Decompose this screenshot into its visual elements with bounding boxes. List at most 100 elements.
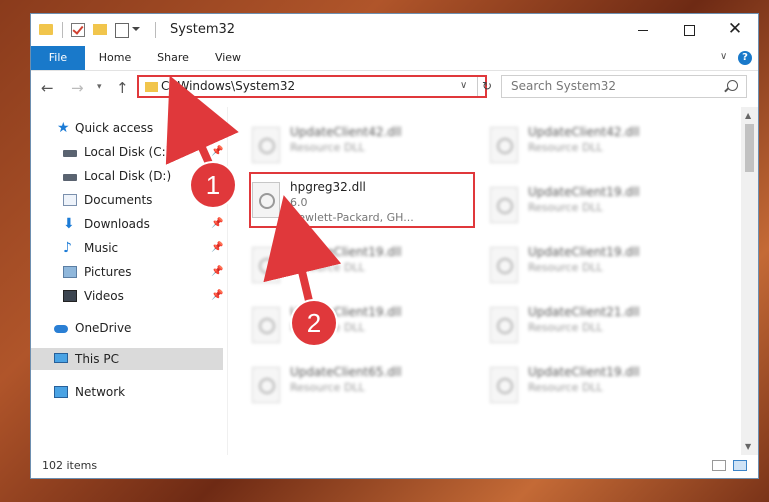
nav-item-local-disk-c[interactable]: Local Disk (C:) 📌 [31,141,223,163]
documents-icon [63,194,77,206]
pin-icon[interactable]: 📌 [211,285,223,307]
file-explorer-window: System32 ✕ File Home Share View ∨ ? ← → … [31,14,758,478]
file-item[interactable]: UpdateClient42.dll Resource DLL [240,121,465,177]
file-description: Resource DLL [290,141,365,154]
toolbar-separator [62,22,63,38]
help-icon[interactable]: ? [738,51,752,65]
dll-file-icon [490,307,518,343]
forward-arrow-icon[interactable]: → [71,79,84,97]
dll-file-icon [490,367,518,403]
close-button[interactable]: ✕ [712,14,758,46]
up-arrow-icon[interactable]: ↑ [116,79,129,97]
window-title: System32 [170,22,236,37]
details-view-icon[interactable] [712,460,726,471]
network-icon [54,386,68,398]
step-1-badge: 1 [191,163,235,207]
refresh-icon[interactable]: ↻ [477,77,492,96]
file-description: Resource DLL [528,381,603,394]
properties-check-icon[interactable] [71,23,85,37]
address-dropdown-icon[interactable]: ∨ [460,80,467,91]
file-version: 6.0 [290,196,308,209]
address-row: ← → ▾ ↑ C:\Windows\System32 ∨ ↻ Search S… [31,71,758,105]
nav-item-label: Music [84,241,119,255]
nav-item-videos[interactable]: Videos 📌 [31,285,223,307]
nav-item-downloads[interactable]: ⬇ Downloads 📌 [31,213,223,235]
file-description: Resource DLL [528,321,603,334]
tab-share[interactable]: Share [151,46,195,70]
file-description: Resource DLL [290,381,365,394]
customize-quick-access-dropdown-icon[interactable] [132,27,140,31]
recent-locations-chevron-icon[interactable]: ▾ [97,82,102,92]
tab-view[interactable]: View [206,46,250,70]
file-description: Resource DLL [290,261,365,274]
ribbon-tabs: File Home Share View ∨ ? [31,46,758,71]
pin-icon[interactable]: 📌 [211,141,223,163]
nav-item-quick-access[interactable]: ★ Quick access [31,117,223,139]
nav-item-label: Documents [84,193,153,207]
dll-file-icon [490,247,518,283]
dll-file-icon [252,182,280,218]
nav-item-label: Quick access [75,121,154,135]
tiles-view-icon[interactable] [733,460,747,471]
file-name: UpdateClient65.dll [290,365,402,379]
file-list: UpdateClient42.dll Resource DLL UpdateCl… [228,107,741,455]
videos-icon [63,290,77,302]
nav-item-network[interactable]: Network [31,381,223,403]
scroll-up-icon[interactable]: ▲ [745,111,751,120]
expand-ribbon-icon[interactable]: ∨ [720,51,727,62]
nav-item-label: Downloads [84,217,150,231]
back-arrow-icon[interactable]: ← [41,79,54,97]
file-item[interactable]: UpdateClient21.dll Resource DLL [478,301,703,357]
search-icon[interactable] [727,80,738,91]
file-item-hpgreg32[interactable]: hpgreg32.dll 6.0 Hewlett-Packard, GH... [240,176,465,232]
step-2-badge: 2 [292,301,336,345]
new-folder-icon[interactable] [93,24,107,35]
file-item[interactable]: UpdateClient19.dll Resource DLL [478,181,703,237]
download-icon: ⬇ [63,216,75,232]
scroll-thumb[interactable] [745,124,754,172]
nav-item-pictures[interactable]: Pictures 📌 [31,261,223,283]
drive-icon [63,174,77,181]
nav-item-label: Videos [84,289,124,303]
maximize-button[interactable] [666,14,712,46]
address-path[interactable]: C:\Windows\System32 [161,79,295,93]
properties-icon[interactable] [115,23,129,38]
pin-icon[interactable]: 📌 [211,213,223,235]
nav-item-label: This PC [75,352,119,366]
nav-item-this-pc[interactable]: This PC [31,348,223,370]
minimize-button[interactable] [620,14,666,46]
file-description: Resource DLL [528,201,603,214]
nav-item-onedrive[interactable]: OneDrive [31,317,223,339]
address-bar[interactable]: C:\Windows\System32 ∨ ↻ [137,75,492,98]
tab-home[interactable]: Home [93,46,137,70]
scroll-down-icon[interactable]: ▼ [745,442,751,451]
nav-item-label: Pictures [84,265,132,279]
file-item[interactable]: UpdateClient65.dll Resource DLL [240,361,465,417]
file-item[interactable]: UpdateClient42.dll Resource DLL [478,121,703,177]
item-count: 102 items [42,459,98,472]
pin-icon[interactable]: 📌 [211,237,223,259]
status-bar: 102 items [31,455,758,478]
file-name: UpdateClient19.dll [290,245,402,259]
file-item[interactable]: UpdateClient19.dll Resource DLL [240,241,465,297]
file-item[interactable]: UpdateClient19.dll Resource DLL [478,361,703,417]
file-description: Resource DLL [528,141,603,154]
tab-file[interactable]: File [31,46,85,70]
star-icon: ★ [57,120,70,136]
pin-icon[interactable]: 📌 [211,261,223,283]
vertical-scrollbar[interactable]: ▲ ▼ [741,107,758,455]
file-name: UpdateClient19.dll [528,365,640,379]
drive-icon [63,150,77,157]
file-name: UpdateClient19.dll [528,185,640,199]
file-item[interactable]: UpdateClient19.dll Resource DLL [240,301,465,357]
search-input[interactable]: Search System32 [501,75,747,98]
navigation-pane: ★ Quick access Local Disk (C:) 📌 Local D… [31,107,227,455]
dll-file-icon [490,187,518,223]
file-item[interactable]: UpdateClient19.dll Resource DLL [478,241,703,297]
pictures-icon [63,266,77,278]
nav-item-label: Local Disk (C:) [84,145,171,159]
nav-item-music[interactable]: ♪ Music 📌 [31,237,223,259]
nav-item-label: OneDrive [75,321,132,335]
dll-file-icon [252,247,280,283]
file-name: UpdateClient21.dll [528,305,640,319]
